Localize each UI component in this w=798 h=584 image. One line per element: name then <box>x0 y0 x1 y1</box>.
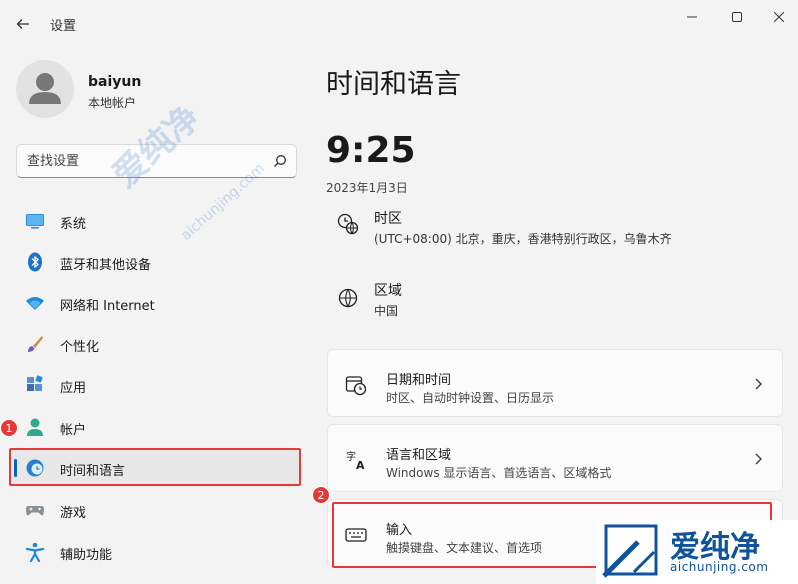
region-info: 区域 中国 <box>330 280 770 330</box>
card-title: 语言和区域 <box>386 448 452 463</box>
step-badge-2: 2 <box>312 486 330 504</box>
watermark-url: aichunjing.com <box>670 560 769 574</box>
region-globe-icon <box>338 288 358 308</box>
highlight-box-time-language <box>9 448 301 486</box>
watermark-logo-icon <box>602 524 658 578</box>
apps-icon <box>27 375 43 391</box>
window-title: 设置 <box>50 19 77 34</box>
close-icon <box>774 12 784 22</box>
person-icon <box>27 418 43 436</box>
sidebar-item-label: 辅助功能 <box>60 548 113 563</box>
language-icon: 字 A <box>346 450 365 471</box>
accessibility-icon <box>25 542 45 562</box>
region-value: 中国 <box>374 304 399 318</box>
back-button[interactable] <box>12 13 34 35</box>
brush-icon <box>28 336 43 352</box>
timezone-value: (UTC+08:00) 北京，重庆，香港特别行政区，乌鲁木齐 <box>374 232 672 246</box>
card-language-region[interactable]: 字 A 语言和区域 Windows 显示语言、首选语言、区域格式 <box>327 424 783 492</box>
sidebar-item-apps[interactable]: 应用 <box>10 367 300 403</box>
timezone-info: 时区 (UTC+08:00) 北京，重庆，香港特别行政区，乌鲁木齐 <box>330 208 770 258</box>
svg-text:字: 字 <box>346 450 356 463</box>
account-type: 本地帐户 <box>88 96 137 110</box>
sidebar-item-label: 帐户 <box>60 423 87 438</box>
calendar-clock-icon <box>345 376 367 396</box>
sidebar-item-network[interactable]: 网络和 Internet <box>10 285 300 321</box>
sidebar-item-label: 网络和 Internet <box>60 299 155 314</box>
gamepad-icon <box>26 506 44 516</box>
user-avatar-icon <box>29 73 61 104</box>
maximize-button[interactable] <box>723 8 751 26</box>
wifi-icon <box>26 297 44 310</box>
chevron-right-icon <box>755 453 762 465</box>
sidebar-item-gaming[interactable]: 游戏 <box>10 492 300 528</box>
sidebar-item-label: 个性化 <box>60 340 100 355</box>
title-bar: 设置 <box>0 0 798 46</box>
sidebar-item-bluetooth[interactable]: 蓝牙和其他设备 <box>10 244 300 280</box>
sidebar-item-label: 应用 <box>60 381 87 396</box>
sidebar-item-system[interactable]: 系统 <box>10 203 300 239</box>
current-date: 2023年1月3日 <box>326 181 408 195</box>
user-name: baiyun <box>88 74 142 90</box>
current-time: 9:25 <box>326 130 416 171</box>
svg-text:A: A <box>356 459 365 471</box>
sidebar-item-label: 系统 <box>60 217 87 232</box>
monitor-icon <box>26 214 44 229</box>
bluetooth-icon <box>28 252 42 272</box>
sidebar-item-label: 游戏 <box>60 506 87 521</box>
sidebar-item-accessibility[interactable]: 辅助功能 <box>10 534 300 570</box>
timezone-globe-icon <box>337 213 359 235</box>
card-date-time[interactable]: 日期和时间 时区、自动时钟设置、日历显示 <box>327 349 783 417</box>
sidebar-item-accounts[interactable]: 帐户 <box>10 409 300 445</box>
minimize-button[interactable] <box>678 8 706 26</box>
maximize-icon <box>732 12 742 22</box>
search-icon[interactable] <box>273 154 287 168</box>
sidebar-item-label: 蓝牙和其他设备 <box>60 258 152 273</box>
back-arrow-icon <box>16 19 29 29</box>
minimize-icon <box>687 16 697 18</box>
chevron-right-icon <box>755 378 762 390</box>
page-title: 时间和语言 <box>326 69 461 100</box>
card-title: 日期和时间 <box>386 373 452 388</box>
watermark-logo: 爱纯净 aichunjing.com <box>596 520 798 584</box>
card-subtitle: Windows 显示语言、首选语言、区域格式 <box>386 466 612 480</box>
timezone-label: 时区 <box>374 211 402 227</box>
avatar[interactable] <box>16 60 74 118</box>
sidebar-item-personalization[interactable]: 个性化 <box>10 326 300 362</box>
card-subtitle: 时区、自动时钟设置、日历显示 <box>386 391 555 405</box>
step-badge-1: 1 <box>0 419 18 437</box>
region-label: 区域 <box>374 283 402 299</box>
close-button[interactable] <box>765 8 793 26</box>
